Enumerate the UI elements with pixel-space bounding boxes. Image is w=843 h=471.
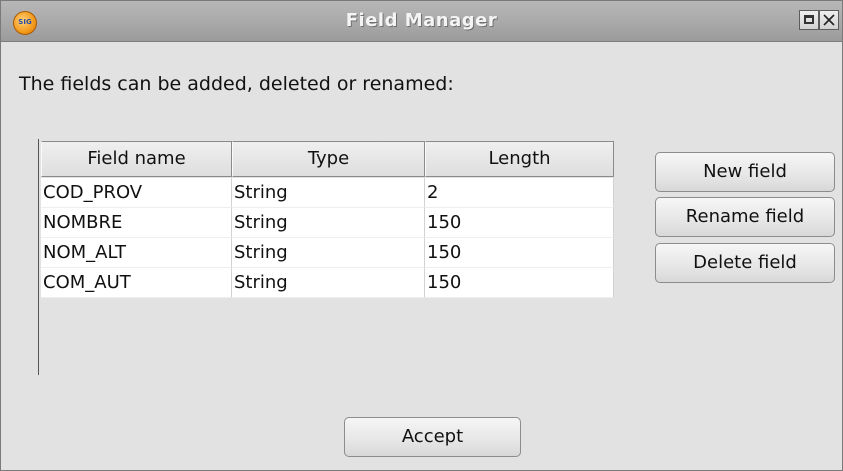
window-title: Field Manager — [345, 10, 498, 31]
table-scroll-edge — [38, 139, 39, 375]
cell-length[interactable]: 2 — [425, 178, 614, 208]
cell-type[interactable]: String — [232, 268, 425, 298]
table-row[interactable]: COM_AUT String 150 — [41, 268, 614, 298]
close-icon — [823, 14, 835, 26]
field-manager-window: SIG Field Manager The fields can be adde… — [0, 0, 843, 471]
accept-button[interactable]: Accept — [344, 417, 521, 457]
cell-type[interactable]: String — [232, 238, 425, 268]
title-bar[interactable]: SIG Field Manager — [1, 1, 842, 42]
instruction-label: The fields can be added, deleted or rena… — [19, 73, 454, 95]
table-row[interactable]: COD_PROV String 2 — [41, 178, 614, 208]
cell-length[interactable]: 150 — [425, 238, 614, 268]
new-field-button[interactable]: New field — [655, 152, 835, 192]
cell-type[interactable]: String — [232, 208, 425, 238]
column-header-type[interactable]: Type — [232, 141, 425, 177]
cell-field-name[interactable]: COM_AUT — [41, 268, 232, 298]
maximize-button[interactable] — [799, 10, 819, 30]
maximize-icon — [804, 15, 814, 24]
cell-type[interactable]: String — [232, 178, 425, 208]
rename-field-button[interactable]: Rename field — [655, 197, 835, 237]
fields-table-header: Field name Type Length — [41, 141, 614, 177]
cell-field-name[interactable]: COD_PROV — [41, 178, 232, 208]
close-button[interactable] — [819, 10, 839, 30]
column-header-field-name[interactable]: Field name — [41, 141, 232, 177]
cell-length[interactable]: 150 — [425, 208, 614, 238]
table-row[interactable]: NOM_ALT String 150 — [41, 238, 614, 268]
delete-field-button[interactable]: Delete field — [655, 243, 835, 283]
cell-field-name[interactable]: NOM_ALT — [41, 238, 232, 268]
fields-table: COD_PROV String 2 NOMBRE String 150 NOM_… — [41, 178, 614, 298]
column-header-length[interactable]: Length — [425, 141, 614, 177]
cell-field-name[interactable]: NOMBRE — [41, 208, 232, 238]
table-row[interactable]: NOMBRE String 150 — [41, 208, 614, 238]
cell-length[interactable]: 150 — [425, 268, 614, 298]
